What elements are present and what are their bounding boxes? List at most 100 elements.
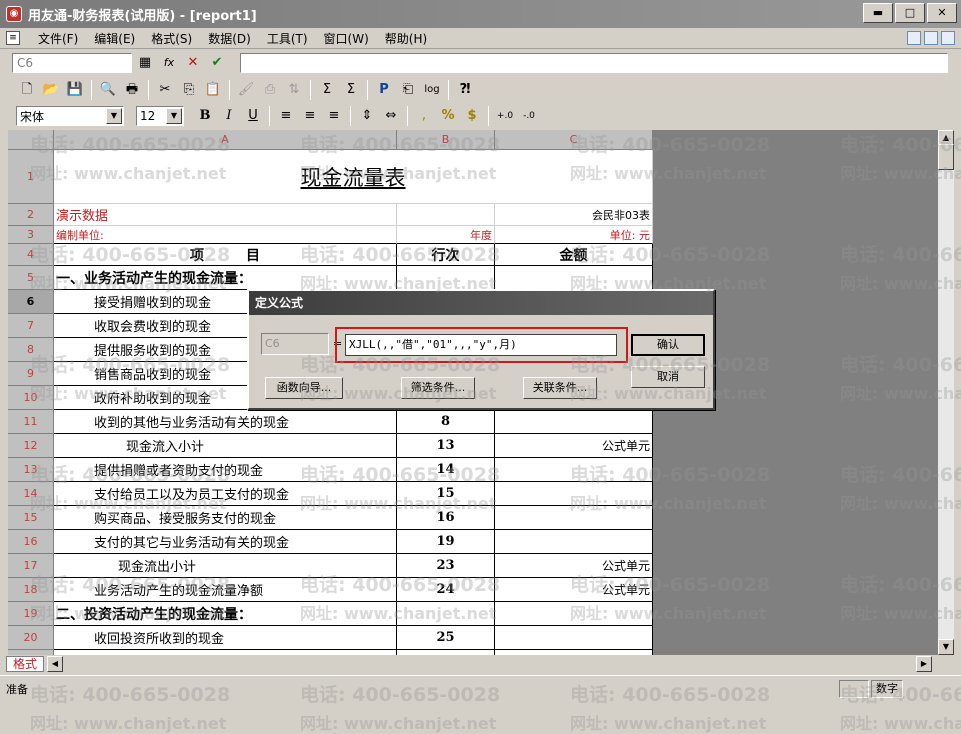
row-header[interactable]: 15 [8, 506, 54, 530]
table-cell[interactable]: 15 [397, 482, 495, 506]
table-cell[interactable]: 提供捐赠或者资助支付的现金 [54, 458, 397, 482]
chevron-down-icon[interactable]: ▼ [166, 108, 182, 124]
copy-icon[interactable]: ⎘ [178, 79, 200, 101]
pivot-icon[interactable]: P [373, 79, 395, 101]
vertical-align-icon[interactable]: ⇕ [356, 105, 378, 127]
formula-input[interactable] [240, 53, 948, 73]
sort-icon[interactable]: ⇅ [283, 79, 305, 101]
help-icon[interactable]: ⁈ [454, 79, 476, 101]
sum-all-icon[interactable]: Σ [340, 79, 362, 101]
table-cell[interactable]: 公式单元 [495, 554, 653, 578]
log-icon[interactable]: log [421, 79, 443, 101]
italic-button[interactable]: I [218, 105, 240, 127]
column-header-b[interactable]: B [397, 130, 495, 150]
align-left-icon[interactable]: ≡ [275, 105, 297, 127]
close-button[interactable]: ✕ [927, 3, 957, 23]
table-cell[interactable]: 16 [397, 506, 495, 530]
table-cell[interactable] [397, 266, 495, 290]
menu-file[interactable]: 文件(F) [30, 30, 86, 47]
row-header[interactable]: 18 [8, 578, 54, 602]
sum-icon[interactable]: Σ [316, 79, 338, 101]
increase-decimal-icon[interactable]: +.0 [494, 105, 516, 127]
minimize-button[interactable]: ▬ [863, 3, 893, 23]
decrease-decimal-icon[interactable]: -.0 [518, 105, 540, 127]
column-header-a[interactable]: A [54, 130, 397, 150]
chevron-down-icon[interactable]: ▼ [106, 108, 122, 124]
table-cell[interactable]: 8 [397, 410, 495, 434]
row-header[interactable]: 17 [8, 554, 54, 578]
sheet-tab-format[interactable]: 格式 [6, 656, 44, 672]
row-header[interactable]: 3 [8, 226, 54, 244]
format-painter-icon[interactable]: 🖌 [235, 79, 257, 101]
menu-format[interactable]: 格式(S) [143, 30, 200, 47]
table-cell[interactable]: 一、业务活动产生的现金流量： [54, 266, 397, 290]
table-cell[interactable] [495, 458, 653, 482]
scroll-left-button[interactable]: ◀ [47, 656, 63, 672]
row-header[interactable]: 10 [8, 386, 54, 410]
related-condition-button[interactable]: 关联条件... [523, 377, 597, 399]
row-header[interactable]: 12 [8, 434, 54, 458]
table-cell[interactable] [495, 626, 653, 650]
table-cell[interactable]: 会民非03表 [495, 204, 653, 226]
new-file-icon[interactable]: 🗋 [16, 79, 38, 101]
table-cell[interactable]: 公式单元 [495, 434, 653, 458]
mdi-restore-button[interactable] [924, 31, 938, 45]
cancel-button[interactable]: 取消 [631, 366, 705, 388]
table-cell[interactable]: 演示数据 [54, 204, 397, 226]
table-cell[interactable]: 项 目 [54, 244, 397, 266]
row-header[interactable]: 9 [8, 362, 54, 386]
mdi-minimize-button[interactable] [907, 31, 921, 45]
row-header[interactable]: 1 [8, 150, 54, 204]
table-cell[interactable] [495, 602, 653, 626]
table-cell[interactable]: 支付给员工以及为员工支付的现金 [54, 482, 397, 506]
print-preview-icon[interactable]: 🔍 [97, 79, 119, 101]
table-cell[interactable] [397, 602, 495, 626]
table-cell[interactable]: 现金流入小计 [54, 434, 397, 458]
table-cell[interactable]: 收到的其他与业务活动有关的现金 [54, 410, 397, 434]
table-cell[interactable]: 公式单元 [495, 578, 653, 602]
menu-window[interactable]: 窗口(W) [316, 30, 377, 47]
table-cell[interactable]: 年度 [397, 226, 495, 244]
scroll-right-button[interactable]: ▶ [916, 656, 932, 672]
table-cell[interactable]: 单位: 元 [495, 226, 653, 244]
table-cell[interactable]: 购买商品、接受服务支付的现金 [54, 506, 397, 530]
maximize-button[interactable]: □ [895, 3, 925, 23]
function-wizard-button[interactable]: 函数向导... [265, 377, 343, 399]
table-cell[interactable]: 24 [397, 578, 495, 602]
bold-button[interactable]: B [194, 105, 216, 127]
table-cell[interactable]: 19 [397, 530, 495, 554]
menu-help[interactable]: 帮助(H) [377, 30, 435, 47]
menu-edit[interactable]: 编辑(E) [86, 30, 143, 47]
align-right-icon[interactable]: ≡ [323, 105, 345, 127]
table-cell[interactable]: 13 [397, 434, 495, 458]
cell-reference-box[interactable]: C6 [12, 53, 132, 73]
calculator-icon[interactable]: ▦ [134, 53, 156, 73]
font-size-select[interactable]: 12 ▼ [136, 106, 184, 126]
table-cell[interactable]: 现金流出小计 [54, 554, 397, 578]
comma-style-icon[interactable]: , [413, 105, 435, 127]
row-header[interactable]: 7 [8, 314, 54, 338]
fx-button[interactable]: fx [158, 53, 180, 73]
table-cell[interactable] [495, 266, 653, 290]
table-cell[interactable]: 14 [397, 458, 495, 482]
row-header[interactable]: 6 [8, 290, 54, 314]
row-header[interactable]: 11 [8, 410, 54, 434]
table-cell[interactable]: 支付的其它与业务活动有关的现金 [54, 530, 397, 554]
table-cell[interactable] [495, 410, 653, 434]
font-select[interactable]: 宋体 ▼ [16, 106, 124, 126]
open-folder-icon[interactable]: 📂 [40, 79, 62, 101]
document-icon[interactable]: ≡ [6, 31, 20, 45]
cancel-formula-button[interactable]: ✕ [182, 53, 204, 73]
table-cell[interactable] [495, 506, 653, 530]
menu-tools[interactable]: 工具(T) [259, 30, 316, 47]
report-title-cell[interactable]: 现金流量表 [54, 150, 653, 204]
table-cell[interactable]: 二、投资活动产生的现金流量： [54, 602, 397, 626]
table-cell[interactable]: 业务活动产生的现金流量净额 [54, 578, 397, 602]
confirm-button[interactable]: 确认 [631, 334, 705, 356]
table-cell[interactable]: 行次 [397, 244, 495, 266]
column-header-c[interactable]: C [495, 130, 653, 150]
table-cell[interactable]: 编制单位: [54, 226, 397, 244]
print-icon[interactable]: 🖶 [121, 79, 143, 101]
row-header[interactable]: 4 [8, 244, 54, 266]
insert-icon[interactable]: ⎗ [397, 79, 419, 101]
